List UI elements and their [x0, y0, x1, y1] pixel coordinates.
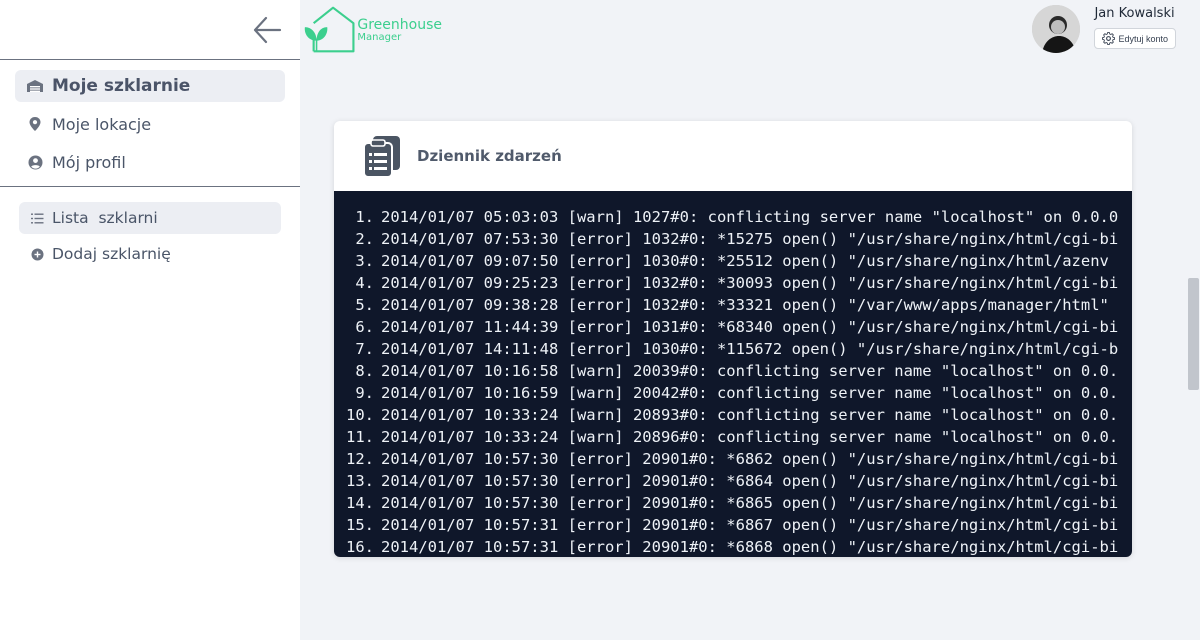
log-line-number: 2. [355, 230, 374, 248]
log-line-number: 1. [355, 208, 374, 226]
user-menu: Jan Kowalski Edytuj konto [1032, 5, 1176, 55]
log-line: 16. 2014/01/07 10:57:31 [error] 20901#0: … [334, 536, 1132, 557]
log-line-number: 14. [346, 494, 374, 512]
greenhouse-logo-icon [304, 6, 355, 53]
log-line-text: 2014/01/07 10:33:24 [warn] 20893#0: conf… [381, 406, 1119, 424]
log-viewer[interactable]: 1. 2014/01/07 05:03:03 [warn] 1027#0: con… [334, 191, 1132, 557]
clipboard-list-icon [363, 136, 400, 178]
log-line: 8. 2014/01/07 10:16:58 [warn] 20039#0: co… [334, 360, 1132, 382]
nav-label: Moje szklarnie [52, 76, 191, 96]
nav-item-moj-profil[interactable]: Mój profil [15, 150, 285, 174]
gear-icon [1102, 32, 1116, 45]
log-line-number: 5. [355, 296, 374, 314]
log-line-number: 7. [355, 340, 374, 358]
arrow-left-icon [253, 16, 282, 44]
map-pin-icon [25, 114, 45, 134]
log-line-text: 2014/01/07 11:44:39 [error] 1031#0: *683… [381, 318, 1119, 336]
edit-account-label: Edytuj konto [1118, 33, 1168, 44]
user-circle-icon [25, 152, 45, 172]
log-line-number: 9. [355, 384, 374, 402]
log-line-text: 2014/01/07 10:57:30 [error] 20901#0: *68… [381, 472, 1119, 490]
edit-account-button[interactable]: Edytuj konto [1094, 28, 1176, 49]
plus-circle-icon [29, 244, 45, 264]
log-line: 12. 2014/01/07 10:57:30 [error] 20901#0: … [334, 448, 1132, 470]
brand-title: Greenhouse [357, 17, 442, 33]
collapse-sidebar-button[interactable] [248, 12, 286, 48]
log-line: 2. 2014/01/07 07:53:30 [error] 1032#0: *1… [334, 228, 1132, 250]
warehouse-icon [25, 76, 45, 96]
event-log-card: Dziennik zdarzeń 1. 2014/01/07 05:03:03 [… [334, 121, 1132, 557]
nav-label: Lista szklarni [52, 209, 158, 227]
log-line: 3. 2014/01/07 09:07:50 [error] 1030#0: *2… [334, 250, 1132, 272]
brand-logo[interactable]: Greenhouse Manager [302, 5, 442, 55]
log-line-text: 2014/01/07 10:57:31 [error] 20901#0: *68… [381, 538, 1119, 556]
nav-label: Dodaj szklarnię [52, 245, 171, 263]
log-line-text: 2014/01/07 10:57:31 [error] 20901#0: *68… [381, 516, 1119, 534]
log-line: 1. 2014/01/07 05:03:03 [warn] 1027#0: con… [334, 206, 1132, 228]
log-line: 11. 2014/01/07 10:33:24 [warn] 20896#0: c… [334, 426, 1132, 448]
log-line-number: 8. [355, 362, 374, 380]
log-line-number: 3. [355, 252, 374, 270]
log-line: 15. 2014/01/07 10:57:31 [error] 20901#0: … [334, 514, 1132, 536]
nav-item-lista-szklarni[interactable]: Lista szklarni [19, 202, 281, 234]
log-line-text: 2014/01/07 10:16:59 [warn] 20042#0: conf… [381, 384, 1119, 402]
log-line-number: 16. [346, 538, 374, 556]
user-name: Jan Kowalski [1094, 6, 1175, 21]
log-line-number: 10. [346, 406, 374, 424]
nav-item-moje-szklarnie[interactable]: Moje szklarnie [15, 70, 285, 102]
log-line-number: 15. [346, 516, 374, 534]
log-line: 13. 2014/01/07 10:57:30 [error] 20901#0: … [334, 470, 1132, 492]
sidebar-divider [0, 186, 300, 187]
log-line: 6. 2014/01/07 11:44:39 [error] 1031#0: *6… [334, 316, 1132, 338]
log-line: 10. 2014/01/07 10:33:24 [warn] 20893#0: c… [334, 404, 1132, 426]
log-line-number: 4. [355, 274, 374, 292]
nav-item-dodaj-szklarnie[interactable]: Dodaj szklarnię [19, 242, 281, 266]
card-header: Dziennik zdarzeń [334, 121, 1132, 191]
log-line-text: 2014/01/07 09:07:50 [error] 1030#0: *255… [381, 252, 1109, 270]
log-line-text: 2014/01/07 05:03:03 [warn] 1027#0: confl… [381, 208, 1119, 226]
log-line-text: 2014/01/07 10:57:30 [error] 20901#0: *68… [381, 450, 1119, 468]
log-line-number: 13. [346, 472, 374, 490]
nav-label: Moje lokacje [52, 114, 152, 134]
nav-label: Mój profil [52, 152, 126, 172]
list-icon [29, 208, 45, 228]
sidebar: Moje szklarnie Moje lokacje Mój profil L… [0, 0, 300, 640]
nav-item-moje-lokacje[interactable]: Moje lokacje [15, 112, 285, 136]
log-line-number: 12. [346, 450, 374, 468]
log-line-number: 6. [355, 318, 374, 336]
log-line: 14. 2014/01/07 10:57:30 [error] 20901#0: … [334, 492, 1132, 514]
sidebar-divider [0, 59, 300, 60]
log-line: 9. 2014/01/07 10:16:59 [warn] 20042#0: co… [334, 382, 1132, 404]
card-title: Dziennik zdarzeń [417, 147, 562, 165]
log-line-text: 2014/01/07 09:38:28 [error] 1032#0: *333… [381, 296, 1109, 314]
log-line-text: 2014/01/07 10:33:24 [warn] 20896#0: conf… [381, 428, 1119, 446]
log-line-text: 2014/01/07 09:25:23 [error] 1032#0: *300… [381, 274, 1119, 292]
log-line-text: 2014/01/07 07:53:30 [error] 1032#0: *152… [381, 230, 1119, 248]
scrollbar-thumb[interactable] [1188, 278, 1199, 390]
avatar[interactable] [1032, 5, 1081, 53]
log-line-text: 2014/01/07 10:16:58 [warn] 20039#0: conf… [381, 362, 1119, 380]
log-line: 5. 2014/01/07 09:38:28 [error] 1032#0: *3… [334, 294, 1132, 316]
log-line-text: 2014/01/07 14:11:48 [error] 1030#0: *115… [381, 340, 1119, 358]
log-line-text: 2014/01/07 10:57:30 [error] 20901#0: *68… [381, 494, 1119, 512]
log-line-number: 11. [346, 428, 374, 446]
brand-subtitle: Manager [357, 32, 402, 43]
log-line: 4. 2014/01/07 09:25:23 [error] 1032#0: *3… [334, 272, 1132, 294]
log-line: 7. 2014/01/07 14:11:48 [error] 1030#0: *1… [334, 338, 1132, 360]
